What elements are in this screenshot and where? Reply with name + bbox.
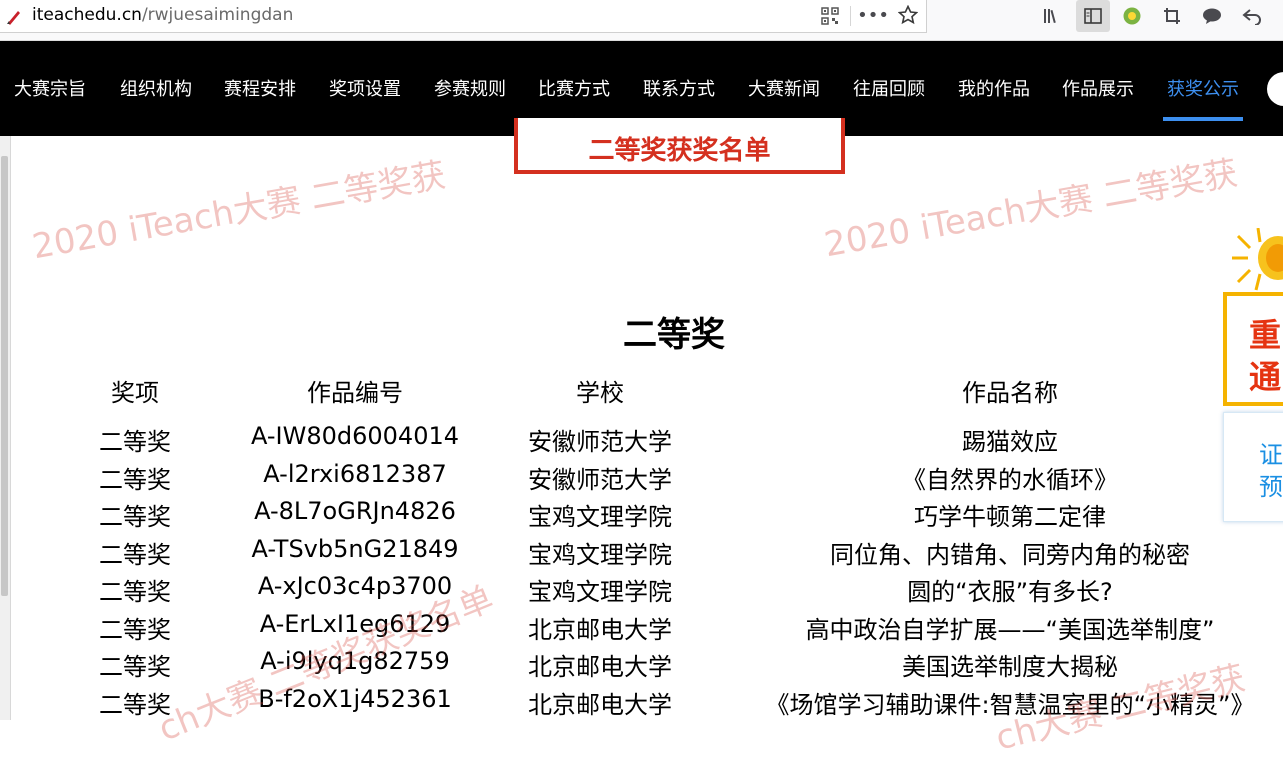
nav-item-purpose[interactable]: 大赛宗旨 bbox=[14, 75, 86, 101]
table-header: 奖项 作品编号 学校 作品名称 bbox=[0, 373, 1283, 410]
cell-work-title: 《场馆学习辅助课件:智慧温室里的“小精灵”》 bbox=[765, 691, 1255, 719]
cell-school: 北京邮电大学 bbox=[528, 691, 672, 719]
nav-item-my-works[interactable]: 我的作品 bbox=[958, 75, 1030, 101]
cell-school: 北京邮电大学 bbox=[528, 653, 672, 681]
header-work-title: 作品名称 bbox=[962, 379, 1058, 407]
cell-school: 宝鸡文理学院 bbox=[528, 578, 672, 606]
cell-work-id: B-f2oX1j452361 bbox=[258, 685, 452, 713]
url-domain: iteachedu.cn bbox=[32, 5, 142, 25]
table-row: 二等奖 A-i9lyq1g82759 北京邮电大学 美国选举制度大揭秘 bbox=[0, 647, 1283, 684]
table-row: 二等奖 A-TSvb5nG21849 宝鸡文理学院 同位角、内错角、同旁内角的秘… bbox=[0, 535, 1283, 572]
cell-award: 二等奖 bbox=[99, 466, 171, 494]
cell-school: 安徽师范大学 bbox=[528, 466, 672, 494]
table-row: 二等奖 A-xJc03c4p3700 宝鸡文理学院 圆的“衣服”有多长? bbox=[0, 572, 1283, 609]
nav-item-award-announcement[interactable]: 获奖公示 bbox=[1167, 75, 1239, 101]
nav-item-showcase[interactable]: 作品展示 bbox=[1062, 75, 1134, 101]
table-row: 二等奖 A-8L7oGRJn4826 宝鸡文理学院 巧学牛顿第二定律 bbox=[0, 497, 1283, 534]
cell-work-title: 踢猫效应 bbox=[962, 428, 1058, 456]
site-favicon-icon bbox=[6, 9, 22, 25]
cert-line-2: 预 bbox=[1259, 473, 1283, 501]
cell-work-title: 巧学牛顿第二定律 bbox=[914, 503, 1106, 531]
nav-user-button[interactable] bbox=[1267, 72, 1283, 106]
megaphone-burst-icon bbox=[1232, 228, 1283, 291]
nav-item-contact[interactable]: 联系方式 bbox=[643, 75, 715, 101]
library-icon[interactable] bbox=[1041, 5, 1063, 27]
cell-work-id: A-ErLxI1eg6129 bbox=[259, 610, 451, 638]
nav-active-indicator bbox=[1163, 117, 1243, 121]
nav-item-format[interactable]: 比赛方式 bbox=[538, 75, 610, 101]
cell-award: 二等奖 bbox=[99, 616, 171, 644]
cell-award: 二等奖 bbox=[99, 541, 171, 569]
address-bar[interactable]: iteachedu.cn/rwjuesaimingdan ••• bbox=[0, 0, 927, 33]
header-award: 奖项 bbox=[111, 379, 159, 407]
nav-item-awards-setup[interactable]: 奖项设置 bbox=[329, 75, 401, 101]
sidebar-toggle-icon[interactable] bbox=[1076, 0, 1110, 32]
header-work-id: 作品编号 bbox=[307, 379, 403, 407]
cell-school: 宝鸡文理学院 bbox=[528, 541, 672, 569]
url-path: /rwjuesaimingdan bbox=[141, 5, 294, 25]
cell-award: 二等奖 bbox=[99, 578, 171, 606]
cell-award: 二等奖 bbox=[99, 503, 171, 531]
watermark: 2020 iTeach大赛 二等奖获 bbox=[29, 155, 449, 268]
cell-work-title: 圆的“衣服”有多长? bbox=[907, 578, 1113, 606]
header-school: 学校 bbox=[576, 379, 624, 407]
cell-school: 宝鸡文理学院 bbox=[528, 503, 672, 531]
cell-work-title: 同位角、内错角、同旁内角的秘密 bbox=[830, 541, 1190, 569]
side-certificate-badge[interactable]: 证 预 bbox=[1223, 412, 1283, 522]
table-row: 二等奖 A-IW80d6004014 安徽师范大学 踢猫效应 bbox=[0, 422, 1283, 459]
nav-item-news[interactable]: 大赛新闻 bbox=[748, 75, 820, 101]
cell-work-id: A-8L7oGRJn4826 bbox=[254, 497, 456, 525]
browser-toolbar: iteachedu.cn/rwjuesaimingdan ••• bbox=[0, 0, 1283, 41]
table-row: 二等奖 A-ErLxI1eg6129 北京邮电大学 高中政治自学扩展——“美国选… bbox=[0, 610, 1283, 647]
nav-item-organization[interactable]: 组织机构 bbox=[120, 75, 192, 101]
cell-work-title: 美国选举制度大揭秘 bbox=[902, 653, 1118, 681]
cell-work-title: 高中政治自学扩展——“美国选举制度” bbox=[805, 616, 1215, 644]
cell-award: 二等奖 bbox=[99, 653, 171, 681]
url-text: iteachedu.cn/rwjuesaimingdan bbox=[32, 5, 293, 25]
side-promo-badge[interactable]: 重 通 bbox=[1223, 292, 1283, 406]
section-title: 二等奖 bbox=[623, 315, 725, 355]
promo-line-1: 重 bbox=[1249, 316, 1282, 354]
cell-work-title: 《自然界的水循环》 bbox=[902, 466, 1118, 494]
cell-work-id: A-i9lyq1g82759 bbox=[260, 647, 450, 675]
promo-line-2: 通 bbox=[1249, 358, 1282, 396]
url-bar-divider bbox=[850, 6, 851, 26]
nav-item-past-review[interactable]: 往届回顾 bbox=[853, 75, 925, 101]
cell-work-id: A-IW80d6004014 bbox=[250, 422, 460, 450]
table-row: 二等奖 A-l2rxi6812387 安徽师范大学 《自然界的水循环》 bbox=[0, 460, 1283, 497]
extension-globe-icon[interactable] bbox=[1121, 5, 1143, 27]
cell-award: 二等奖 bbox=[99, 691, 171, 719]
award-list-banner: 二等奖获奖名单 bbox=[514, 118, 845, 174]
back-arrow-icon[interactable] bbox=[1241, 5, 1263, 27]
cell-work-id: A-TSvb5nG21849 bbox=[251, 535, 459, 563]
nav-item-rules[interactable]: 参赛规则 bbox=[434, 75, 506, 101]
table-row: 二等奖 B-f2oX1j452361 北京邮电大学 《场馆学习辅助课件:智慧温室… bbox=[0, 685, 1283, 722]
cell-award: 二等奖 bbox=[99, 428, 171, 456]
more-actions-icon[interactable]: ••• bbox=[857, 4, 889, 26]
cell-work-id: A-l2rxi6812387 bbox=[263, 460, 447, 488]
cell-work-id: A-xJc03c4p3700 bbox=[257, 572, 453, 600]
qr-code-icon[interactable] bbox=[819, 5, 841, 27]
banner-title: 二等奖获奖名单 bbox=[588, 136, 771, 166]
cert-line-1: 证 bbox=[1259, 441, 1283, 469]
nav-item-schedule[interactable]: 赛程安排 bbox=[224, 75, 296, 101]
crop-screenshot-icon[interactable] bbox=[1161, 5, 1183, 27]
cell-school: 北京邮电大学 bbox=[528, 616, 672, 644]
watermark: 2020 iTeach大赛 二等奖获 bbox=[821, 153, 1241, 266]
bookmark-star-icon[interactable] bbox=[897, 4, 919, 26]
chat-bubble-icon[interactable] bbox=[1201, 5, 1223, 27]
cell-school: 安徽师范大学 bbox=[528, 428, 672, 456]
